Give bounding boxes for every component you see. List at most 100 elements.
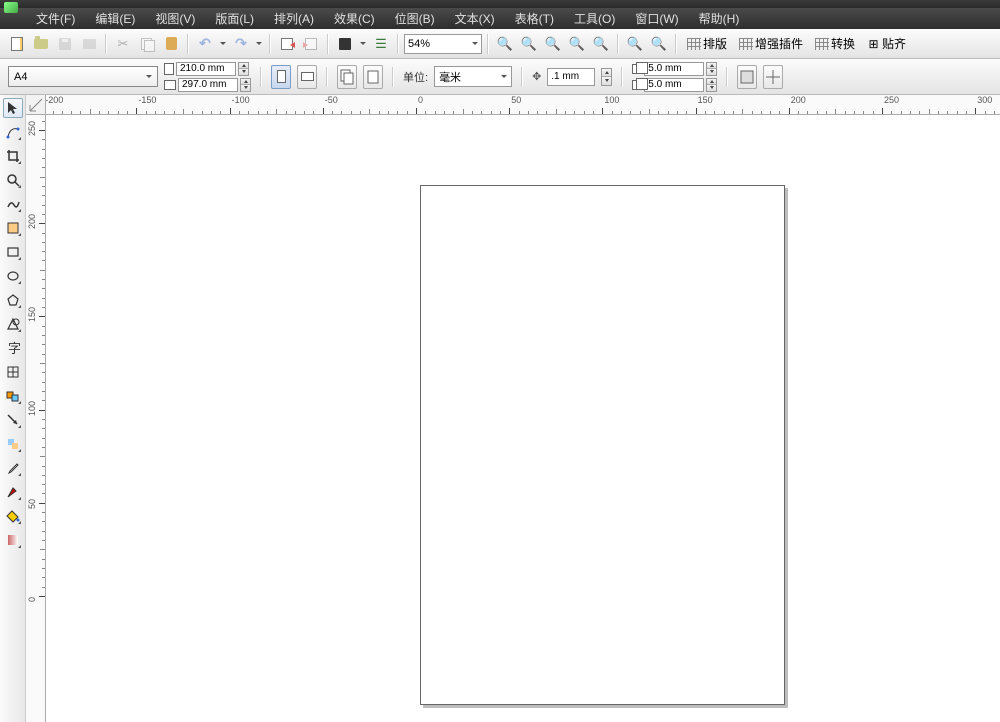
zoom-page-button[interactable]: 🔍 — [566, 33, 588, 55]
copy-icon — [141, 38, 153, 50]
shape-tool[interactable] — [3, 122, 23, 142]
guidelines-button[interactable] — [763, 65, 783, 89]
welcome-button[interactable]: ☰ — [370, 33, 392, 55]
redo-button[interactable]: ↷ — [230, 33, 252, 55]
menu-10[interactable]: 窗口(W) — [625, 8, 688, 29]
layout-label: 排版 — [703, 35, 727, 52]
nudge-spinner[interactable] — [601, 68, 612, 86]
page-height-input[interactable] — [178, 78, 238, 92]
zoom-out-button[interactable]: 🔍 — [518, 33, 540, 55]
export-button[interactable] — [300, 33, 322, 55]
chevron-down-icon — [472, 42, 478, 45]
eyedropper-tool[interactable] — [3, 458, 23, 478]
menu-bar: 文件(F)编辑(E)视图(V)版面(L)排列(A)效果(C)位图(B)文本(X)… — [0, 8, 1000, 29]
nudge-distance-input[interactable] — [547, 68, 595, 86]
interactive-fill-tool[interactable] — [3, 530, 23, 550]
print-button[interactable] — [78, 33, 100, 55]
chevron-down-icon — [220, 42, 226, 45]
rectangle-tool[interactable] — [3, 242, 23, 262]
ellipse-tool[interactable] — [3, 266, 23, 286]
layout-button[interactable]: 排版 — [682, 33, 732, 55]
ruler-origin-button[interactable] — [26, 95, 46, 115]
undo-button[interactable]: ↶ — [194, 33, 216, 55]
connector-tool[interactable] — [3, 410, 23, 430]
paste-button[interactable] — [160, 33, 182, 55]
snap-label: 贴齐 — [882, 35, 906, 52]
dimension-tool[interactable] — [3, 386, 23, 406]
dup-x-input[interactable] — [644, 62, 704, 76]
separator — [327, 34, 329, 54]
nudge-icon: ✥ — [532, 70, 541, 83]
zoom-all-button[interactable]: 🔍 — [648, 33, 670, 55]
treat-as-filled-button[interactable] — [737, 65, 757, 89]
new-button[interactable] — [6, 33, 28, 55]
fill-tool[interactable] — [3, 506, 23, 526]
zoom-in-icon: 🔍 — [497, 36, 513, 52]
open-button[interactable] — [30, 33, 52, 55]
text-tool[interactable]: 字 — [3, 338, 23, 358]
menu-6[interactable]: 位图(B) — [385, 8, 445, 29]
zoom-width-button[interactable]: 🔍 — [590, 33, 612, 55]
vertical-ruler[interactable]: 300250200150100500 — [26, 115, 46, 722]
snap-icon: ⊞ — [867, 38, 880, 50]
smart-fill-tool[interactable] — [3, 218, 23, 238]
page-size-select[interactable]: A4 — [8, 66, 158, 87]
save-icon — [59, 38, 71, 50]
zoom-tool[interactable] — [3, 170, 23, 190]
zoom-fit-button[interactable]: 🔍 — [542, 33, 564, 55]
zoom-selected-button[interactable]: 🔍 — [624, 33, 646, 55]
toolbox: 字 — [0, 95, 26, 722]
menu-2[interactable]: 视图(V) — [145, 8, 205, 29]
portrait-button[interactable] — [271, 65, 291, 89]
polygon-tool[interactable] — [3, 290, 23, 310]
save-button[interactable] — [54, 33, 76, 55]
apply-current-page-button[interactable] — [363, 65, 383, 89]
menu-8[interactable]: 表格(T) — [505, 8, 564, 29]
undo-dropdown[interactable] — [218, 33, 228, 55]
unit-select[interactable]: 毫米 — [434, 66, 512, 87]
landscape-button[interactable] — [297, 65, 317, 89]
outline-tool[interactable] — [3, 482, 23, 502]
menu-5[interactable]: 效果(C) — [324, 8, 385, 29]
cut-button[interactable]: ✂ — [112, 33, 134, 55]
dup-y-input[interactable] — [644, 78, 704, 92]
width-spinner[interactable] — [238, 62, 249, 76]
separator — [392, 67, 394, 87]
snap-button[interactable]: ⊞贴齐 — [862, 33, 911, 55]
menu-7[interactable]: 文本(X) — [445, 8, 505, 29]
plugin-label: 增强插件 — [755, 35, 803, 52]
dup-y-icon — [632, 80, 642, 90]
interactive-effects-tool[interactable] — [3, 434, 23, 454]
freehand-tool[interactable] — [3, 194, 23, 214]
drawing-page[interactable] — [420, 185, 785, 705]
zoom-in-button[interactable]: 🔍 — [494, 33, 516, 55]
horizontal-ruler[interactable]: -200-150-100-50050100150200250300 — [46, 95, 1000, 115]
chevron-down-icon — [146, 75, 152, 78]
enhance-plugin-button[interactable]: 增强插件 — [734, 33, 808, 55]
apply-all-pages-button[interactable] — [337, 65, 357, 89]
dup-x-spinner[interactable] — [706, 62, 717, 76]
copy-button[interactable] — [136, 33, 158, 55]
standard-toolbar: ✂ ↶ ↷ ☰ 54% 🔍 🔍 🔍 🔍 🔍 🔍 🔍 排版 增强插件 转换 ⊞贴齐 — [0, 29, 1000, 59]
convert-button[interactable]: 转换 — [810, 33, 860, 55]
dup-y-spinner[interactable] — [706, 78, 717, 92]
menu-9[interactable]: 工具(O) — [564, 8, 625, 29]
zoom-level-select[interactable]: 54% — [404, 34, 482, 54]
import-button[interactable] — [276, 33, 298, 55]
pick-tool[interactable] — [3, 98, 23, 118]
table-tool[interactable] — [3, 362, 23, 382]
app-launcher-button[interactable] — [334, 33, 356, 55]
separator — [726, 67, 728, 87]
app-launcher-dropdown[interactable] — [358, 33, 368, 55]
height-spinner[interactable] — [240, 78, 251, 92]
crop-tool[interactable] — [3, 146, 23, 166]
canvas-area[interactable]: -200-150-100-50050100150200250300 300250… — [26, 95, 1000, 722]
page-width-input[interactable] — [176, 62, 236, 76]
menu-3[interactable]: 版面(L) — [205, 8, 264, 29]
menu-0[interactable]: 文件(F) — [26, 8, 85, 29]
menu-4[interactable]: 排列(A) — [264, 8, 324, 29]
redo-dropdown[interactable] — [254, 33, 264, 55]
menu-1[interactable]: 编辑(E) — [85, 8, 145, 29]
menu-11[interactable]: 帮助(H) — [689, 8, 750, 29]
basic-shapes-tool[interactable] — [3, 314, 23, 334]
